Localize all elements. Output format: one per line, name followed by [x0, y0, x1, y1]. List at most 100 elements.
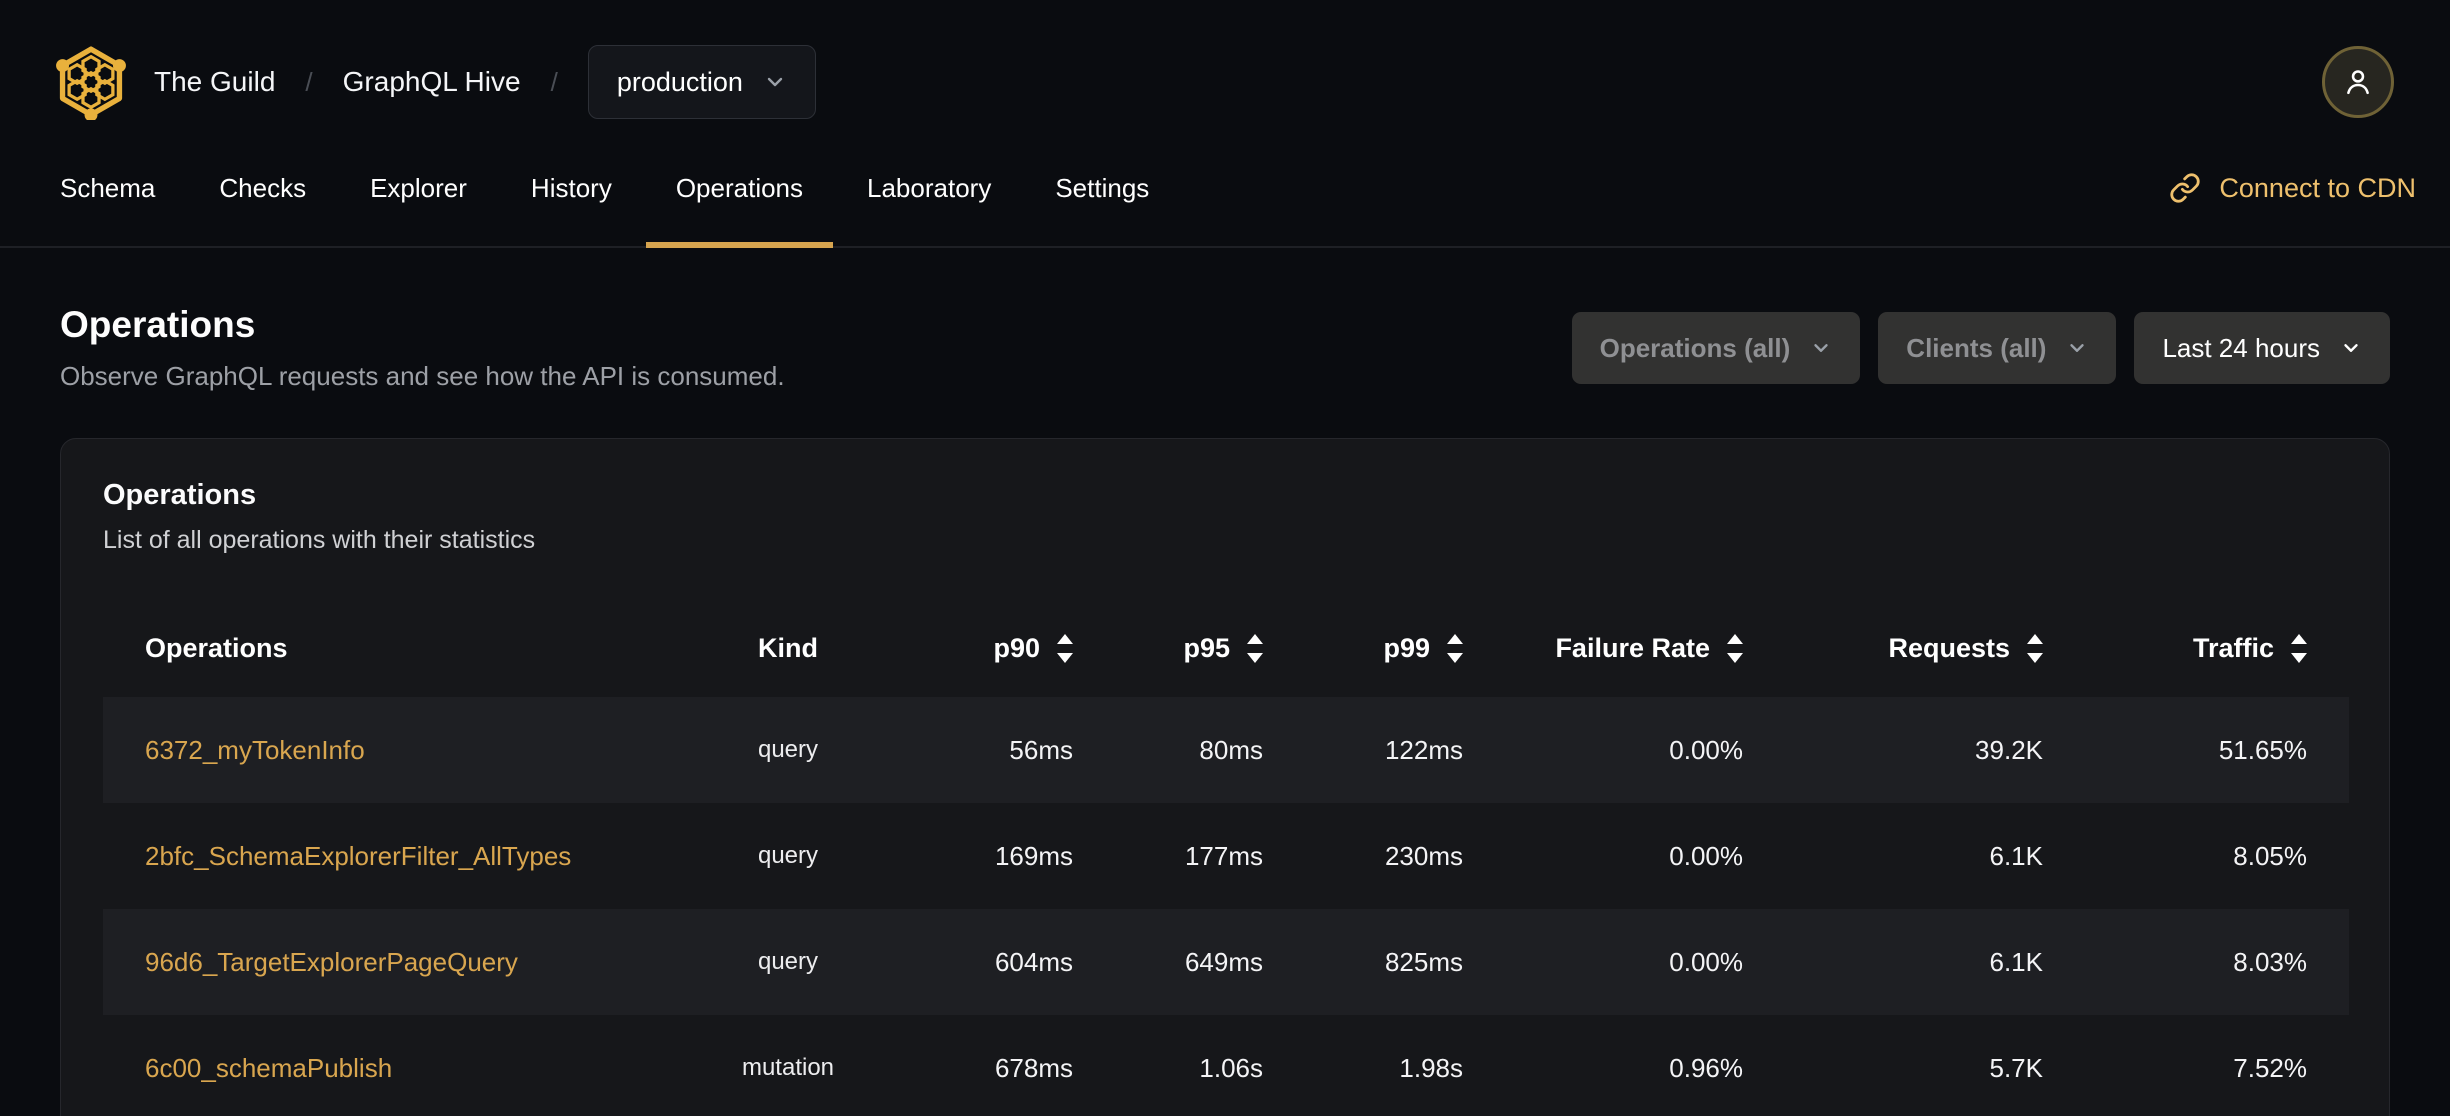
sort-icon[interactable]	[2027, 633, 2043, 663]
operation-cell: 6372_myTokenInfo	[103, 697, 703, 803]
tab-laboratory[interactable]: Laboratory	[837, 130, 1021, 246]
link-icon	[2169, 172, 2201, 204]
operation-cell: 6c00_schemaPublish	[103, 1015, 703, 1116]
operations-table: Operations Kind p90 p95 p99 Failure Rate…	[103, 599, 2349, 1116]
kind-cell: query	[757, 842, 819, 869]
connect-to-cdn-link[interactable]: Connect to CDN	[2169, 130, 2422, 246]
column-header-requests[interactable]: Requests	[1743, 599, 2043, 697]
p95-cell: 649ms	[1184, 946, 1263, 977]
breadcrumb-project[interactable]: GraphQL Hive	[343, 66, 521, 98]
tab-settings[interactable]: Settings	[1025, 130, 1179, 246]
p99-cell: 230ms	[1384, 840, 1463, 871]
traffic-cell: 7.52%	[2233, 1052, 2307, 1083]
failure_rate-cell: 0.96%	[1669, 1052, 1743, 1083]
column-header-p90[interactable]: p90	[873, 599, 1073, 697]
target-selector-value: production	[616, 66, 743, 97]
period-filter-dropdown[interactable]: Last 24 hours	[2134, 312, 2390, 384]
breadcrumb-separator: /	[550, 66, 558, 97]
failure_rate-cell: 0.00%	[1669, 840, 1743, 871]
page-title-block: Operations Observe GraphQL requests and …	[60, 304, 785, 392]
main-nav: Schema Checks Explorer History Operation…	[0, 130, 2450, 248]
p99-cell: 825ms	[1384, 946, 1463, 977]
tab-history[interactable]: History	[501, 130, 642, 246]
column-header-operations: Operations	[103, 599, 703, 697]
tab-operations[interactable]: Operations	[645, 130, 834, 248]
column-label: p99	[1383, 632, 1430, 663]
card-subtitle: List of all operations with their statis…	[103, 526, 536, 554]
chevron-down-icon	[1810, 337, 1832, 359]
requests-cell: 39.2K	[1975, 734, 2043, 765]
user-menu-button[interactable]	[2322, 46, 2394, 118]
target-selector[interactable]: production	[587, 45, 816, 119]
kind-cell: mutation	[741, 1054, 835, 1081]
operation-link[interactable]: 2bfc_SchemaExplorerFilter_AllTypes	[145, 841, 571, 871]
operations-filter-dropdown[interactable]: Operations (all)	[1571, 312, 1861, 384]
column-header-p95[interactable]: p95	[1073, 599, 1263, 697]
p99-cell: 122ms	[1384, 734, 1463, 765]
failure_rate-cell: 0.00%	[1669, 946, 1743, 977]
p95-cell: 1.06s	[1199, 1052, 1263, 1083]
column-label: p95	[1183, 632, 1230, 663]
sort-icon[interactable]	[1247, 633, 1263, 663]
column-label: Operations	[145, 632, 288, 663]
column-label: Requests	[1888, 632, 2010, 663]
kind-cell: query	[757, 948, 819, 975]
column-header-traffic[interactable]: Traffic	[2043, 599, 2349, 697]
traffic-cell: 8.03%	[2233, 946, 2307, 977]
page-subtitle: Observe GraphQL requests and see how the…	[60, 361, 785, 391]
column-header-failure-rate[interactable]: Failure Rate	[1463, 599, 1743, 697]
breadcrumb-separator: /	[305, 66, 313, 97]
p90-cell: 169ms	[994, 840, 1073, 871]
p90-cell: 678ms	[994, 1052, 1073, 1083]
sort-icon[interactable]	[1727, 633, 1743, 663]
operations-table-body: 6372_myTokenInfo query 56ms 80ms 122ms 0.00% 3…	[103, 697, 2349, 1116]
p95-cell: 80ms	[1199, 734, 1263, 765]
column-label: p90	[993, 632, 1040, 663]
sort-icon[interactable]	[2291, 633, 2307, 663]
tab-checks[interactable]: Checks	[189, 130, 336, 246]
hive-logo-icon[interactable]	[56, 44, 126, 120]
column-label: Failure Rate	[1555, 632, 1710, 663]
failure_rate-cell: 0.00%	[1669, 734, 1743, 765]
operation-link[interactable]: 6372_myTokenInfo	[145, 735, 365, 765]
operation-link[interactable]: 6c00_schemaPublish	[145, 1053, 392, 1083]
column-header-p99[interactable]: p99	[1263, 599, 1463, 697]
traffic-cell: 8.05%	[2233, 840, 2307, 871]
tab-schema[interactable]: Schema	[30, 130, 185, 246]
chevron-down-icon	[2340, 337, 2362, 359]
chevron-down-icon	[763, 70, 787, 94]
sort-icon[interactable]	[1057, 633, 1073, 663]
clients-filter-label: Clients (all)	[1906, 332, 2047, 363]
p99-cell: 1.98s	[1399, 1052, 1463, 1083]
column-label: Traffic	[2192, 632, 2274, 663]
requests-cell: 6.1K	[1989, 946, 2044, 977]
sort-icon[interactable]	[1447, 633, 1463, 663]
kind-cell: query	[757, 736, 819, 763]
p90-cell: 56ms	[1009, 734, 1073, 765]
operations-filter-label: Operations (all)	[1599, 332, 1791, 363]
period-filter-label: Last 24 hours	[2162, 332, 2320, 363]
table-header-row: Operations Kind p90 p95 p99 Failure Rate…	[103, 599, 2349, 697]
operation-cell: 2bfc_SchemaExplorerFilter_AllTypes	[103, 803, 703, 909]
operations-card: Operations List of all operations with t…	[60, 438, 2390, 1116]
table-row: 6372_myTokenInfo query 56ms 80ms 122ms 0.00% 3…	[103, 697, 2349, 803]
p95-cell: 177ms	[1184, 840, 1263, 871]
requests-cell: 6.1K	[1989, 840, 2044, 871]
connect-to-cdn-label: Connect to CDN	[2219, 172, 2416, 203]
clients-filter-dropdown[interactable]: Clients (all)	[1878, 312, 2117, 384]
card-title: Operations	[103, 479, 257, 511]
tab-explorer[interactable]: Explorer	[340, 130, 497, 246]
operation-link[interactable]: 96d6_TargetExplorerPageQuery	[145, 947, 518, 977]
chevron-down-icon	[2066, 337, 2088, 359]
column-label: Kind	[758, 632, 818, 663]
column-header-kind: Kind	[703, 599, 873, 697]
operation-cell: 96d6_TargetExplorerPageQuery	[103, 909, 703, 1015]
table-row: 96d6_TargetExplorerPageQuery query 604ms 64…	[103, 909, 2349, 1015]
breadcrumb-org[interactable]: The Guild	[154, 66, 275, 98]
top-header: The Guild / GraphQL Hive / production	[0, 0, 2450, 130]
user-icon	[2340, 64, 2376, 100]
table-row: 6c00_schemaPublish mutation 678ms 1.06s 1.98…	[103, 1015, 2349, 1116]
requests-cell: 5.7K	[1989, 1052, 2044, 1083]
main-content: Operations Observe GraphQL requests and …	[0, 304, 2450, 1116]
traffic-cell: 51.65%	[2218, 734, 2307, 765]
